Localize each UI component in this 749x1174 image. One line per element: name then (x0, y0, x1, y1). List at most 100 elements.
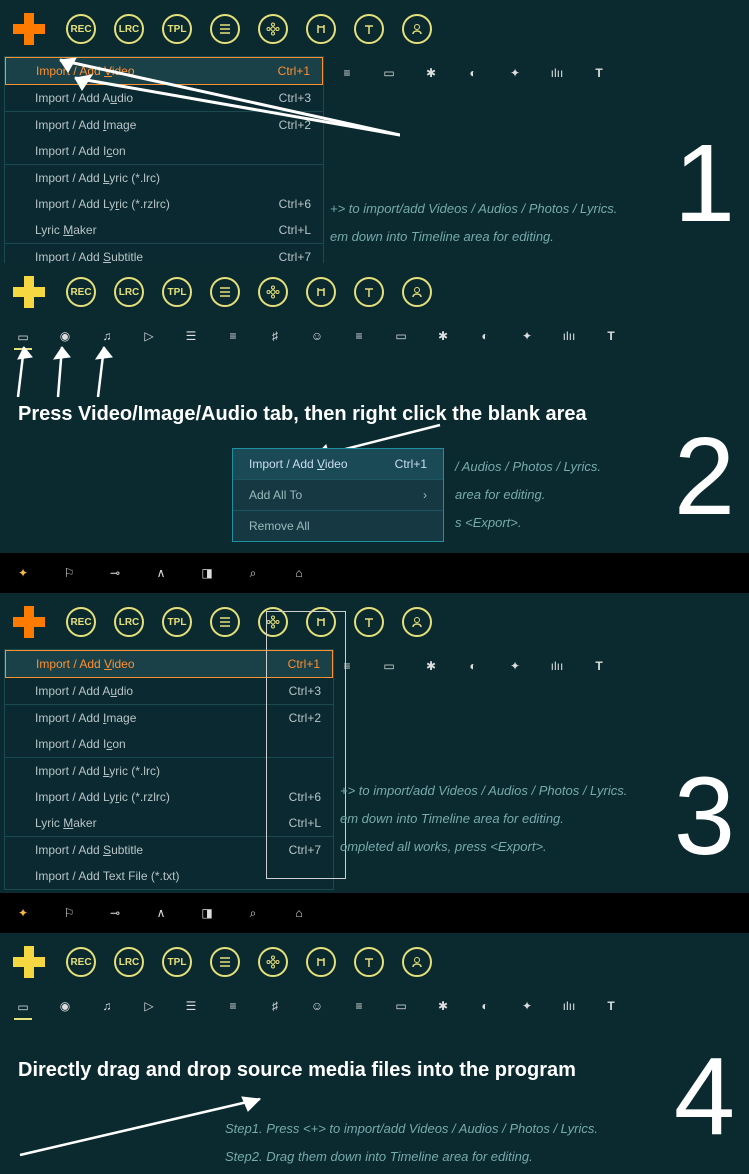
flag-icon[interactable]: ⚐ (60, 564, 78, 582)
lrc-button[interactable]: LRC (114, 277, 144, 307)
contrast-tab[interactable]: ◐ (476, 997, 494, 1015)
menu-item[interactable]: Import / Add VideoCtrl+1 (5, 650, 333, 678)
menu-item[interactable]: Import / Add SubtitleCtrl+7 (5, 837, 333, 863)
flag-icon[interactable]: ⚐ (60, 904, 78, 922)
battery-tab[interactable]: ▭ (392, 997, 410, 1015)
person-button[interactable] (402, 277, 432, 307)
menu-item[interactable]: Import / Add Icon (5, 731, 333, 757)
layers-tab[interactable]: ☰ (182, 327, 200, 345)
panel-1: REC LRC TPL Import / Add VideoCtrl+1Impo… (0, 0, 749, 263)
camera-tab[interactable]: ◉ (56, 997, 74, 1015)
puzzle-icon[interactable]: ✦ (506, 657, 524, 675)
list-button[interactable] (210, 607, 240, 637)
sparkle-icon[interactable]: ✱ (422, 657, 440, 675)
wand-icon[interactable]: ✦ (14, 564, 32, 582)
contrast-tab[interactable]: ◐ (476, 327, 494, 345)
context-menu-item[interactable]: Add All To› (233, 480, 443, 510)
video-tab[interactable]: ▭ (14, 992, 32, 1020)
list-tab[interactable]: ≡ (224, 997, 242, 1015)
key-icon[interactable]: ⊸ (106, 564, 124, 582)
peak-icon[interactable]: ∧ (152, 564, 170, 582)
music-button[interactable] (306, 277, 336, 307)
flower-button[interactable] (258, 277, 288, 307)
bars-tab[interactable]: ≡ (350, 997, 368, 1015)
list-tab[interactable]: ≡ (224, 327, 242, 345)
lrc-button[interactable]: LRC (114, 607, 144, 637)
menu-item[interactable]: Import / Add ImageCtrl+2 (5, 705, 333, 731)
tpl-button[interactable]: TPL (162, 947, 192, 977)
bars-tab[interactable]: ≡ (350, 327, 368, 345)
context-menu-item[interactable]: Remove All (233, 511, 443, 541)
list-button[interactable] (210, 947, 240, 977)
text-button[interactable] (354, 947, 384, 977)
wave-icon[interactable]: ılıı (548, 64, 566, 82)
search-icon[interactable]: ⌕ (244, 904, 262, 922)
contrast-icon[interactable]: ◐ (464, 64, 482, 82)
context-menu: Import / Add VideoCtrl+1Add All To›Remov… (232, 448, 444, 542)
wand-icon[interactable]: ✦ (14, 904, 32, 922)
context-menu-item[interactable]: Import / Add VideoCtrl+1 (233, 449, 443, 479)
add-button[interactable] (10, 943, 48, 981)
list-button[interactable] (210, 277, 240, 307)
menu-item[interactable]: Import / Add AudioCtrl+3 (5, 678, 333, 704)
panel-3: ✦ ⚐ ⊸ ∧ ◨ ⌕ ⌂ REC LRC TPL ≡ ▭ ✱ ◐ ✦ ılıı… (0, 553, 749, 893)
bars-icon[interactable]: ≡ (338, 657, 356, 675)
rec-button[interactable]: REC (66, 277, 96, 307)
tpl-button[interactable]: TPL (162, 607, 192, 637)
menu-item[interactable]: Lyric MakerCtrl+L (5, 810, 333, 836)
menu-item[interactable]: Import / Add Lyric (*.lrc) (5, 758, 333, 784)
T-icon[interactable]: T (590, 64, 608, 82)
menu-item[interactable]: Import / Add Text File (*.txt) (5, 863, 333, 889)
puzzle-icon[interactable]: ✦ (506, 64, 524, 82)
T-tab[interactable]: T (602, 327, 620, 345)
panel-icon[interactable]: ◨ (198, 904, 216, 922)
layers-tab[interactable]: ☰ (182, 997, 200, 1015)
battery-icon[interactable]: ▭ (380, 657, 398, 675)
person-button[interactable] (402, 14, 432, 44)
flower-button[interactable] (258, 947, 288, 977)
contrast-icon[interactable]: ◐ (464, 657, 482, 675)
rec-button[interactable]: REC (66, 607, 96, 637)
text-button[interactable] (354, 607, 384, 637)
smile-tab[interactable]: ☺ (308, 327, 326, 345)
main-toolbar: REC LRC TPL (0, 933, 749, 991)
T-icon[interactable]: T (590, 657, 608, 675)
lrc-button[interactable]: LRC (114, 947, 144, 977)
sparkle-icon[interactable]: ✱ (422, 64, 440, 82)
panel-4: ✦ ⚐ ⊸ ∧ ◨ ⌕ ⌂ REC LRC TPL ▭ ◉ ♫ ▷ ☰ ≡ ♯ … (0, 893, 749, 1174)
add-button[interactable] (10, 273, 48, 311)
wave-tab[interactable]: ılıı (560, 997, 578, 1015)
shirt-icon[interactable]: ⌂ (290, 564, 308, 582)
add-button[interactable] (10, 603, 48, 641)
music-button[interactable] (306, 947, 336, 977)
panel-number: 1 (674, 120, 735, 247)
note-tab[interactable]: ♯ (266, 997, 284, 1015)
search-icon[interactable]: ⌕ (244, 564, 262, 582)
menu-item[interactable]: Import / Add Lyric (*.rzlrc)Ctrl+6 (5, 784, 333, 810)
clip-tab[interactable]: ▷ (140, 997, 158, 1015)
arrow-tabs (10, 341, 140, 411)
key-icon[interactable]: ⊸ (106, 904, 124, 922)
battery-tab[interactable]: ▭ (392, 327, 410, 345)
text-button[interactable] (354, 277, 384, 307)
peak-icon[interactable]: ∧ (152, 904, 170, 922)
music-tab[interactable]: ♫ (98, 997, 116, 1015)
puzzle-tab[interactable]: ✦ (518, 997, 536, 1015)
rec-button[interactable]: REC (66, 947, 96, 977)
person-button[interactable] (402, 947, 432, 977)
wave-tab[interactable]: ılıı (560, 327, 578, 345)
sparkle-tab[interactable]: ✱ (434, 997, 452, 1015)
puzzle-tab[interactable]: ✦ (518, 327, 536, 345)
tpl-button[interactable]: TPL (162, 277, 192, 307)
music-button[interactable] (306, 607, 336, 637)
clip-tab[interactable]: ▷ (140, 327, 158, 345)
wave-icon[interactable]: ılıı (548, 657, 566, 675)
T-tab[interactable]: T (602, 997, 620, 1015)
note-tab[interactable]: ♯ (266, 327, 284, 345)
panel-icon[interactable]: ◨ (198, 564, 216, 582)
shirt-icon[interactable]: ⌂ (290, 904, 308, 922)
smile-tab[interactable]: ☺ (308, 997, 326, 1015)
sparkle-tab[interactable]: ✱ (434, 327, 452, 345)
flower-button[interactable] (258, 607, 288, 637)
person-button[interactable] (402, 607, 432, 637)
